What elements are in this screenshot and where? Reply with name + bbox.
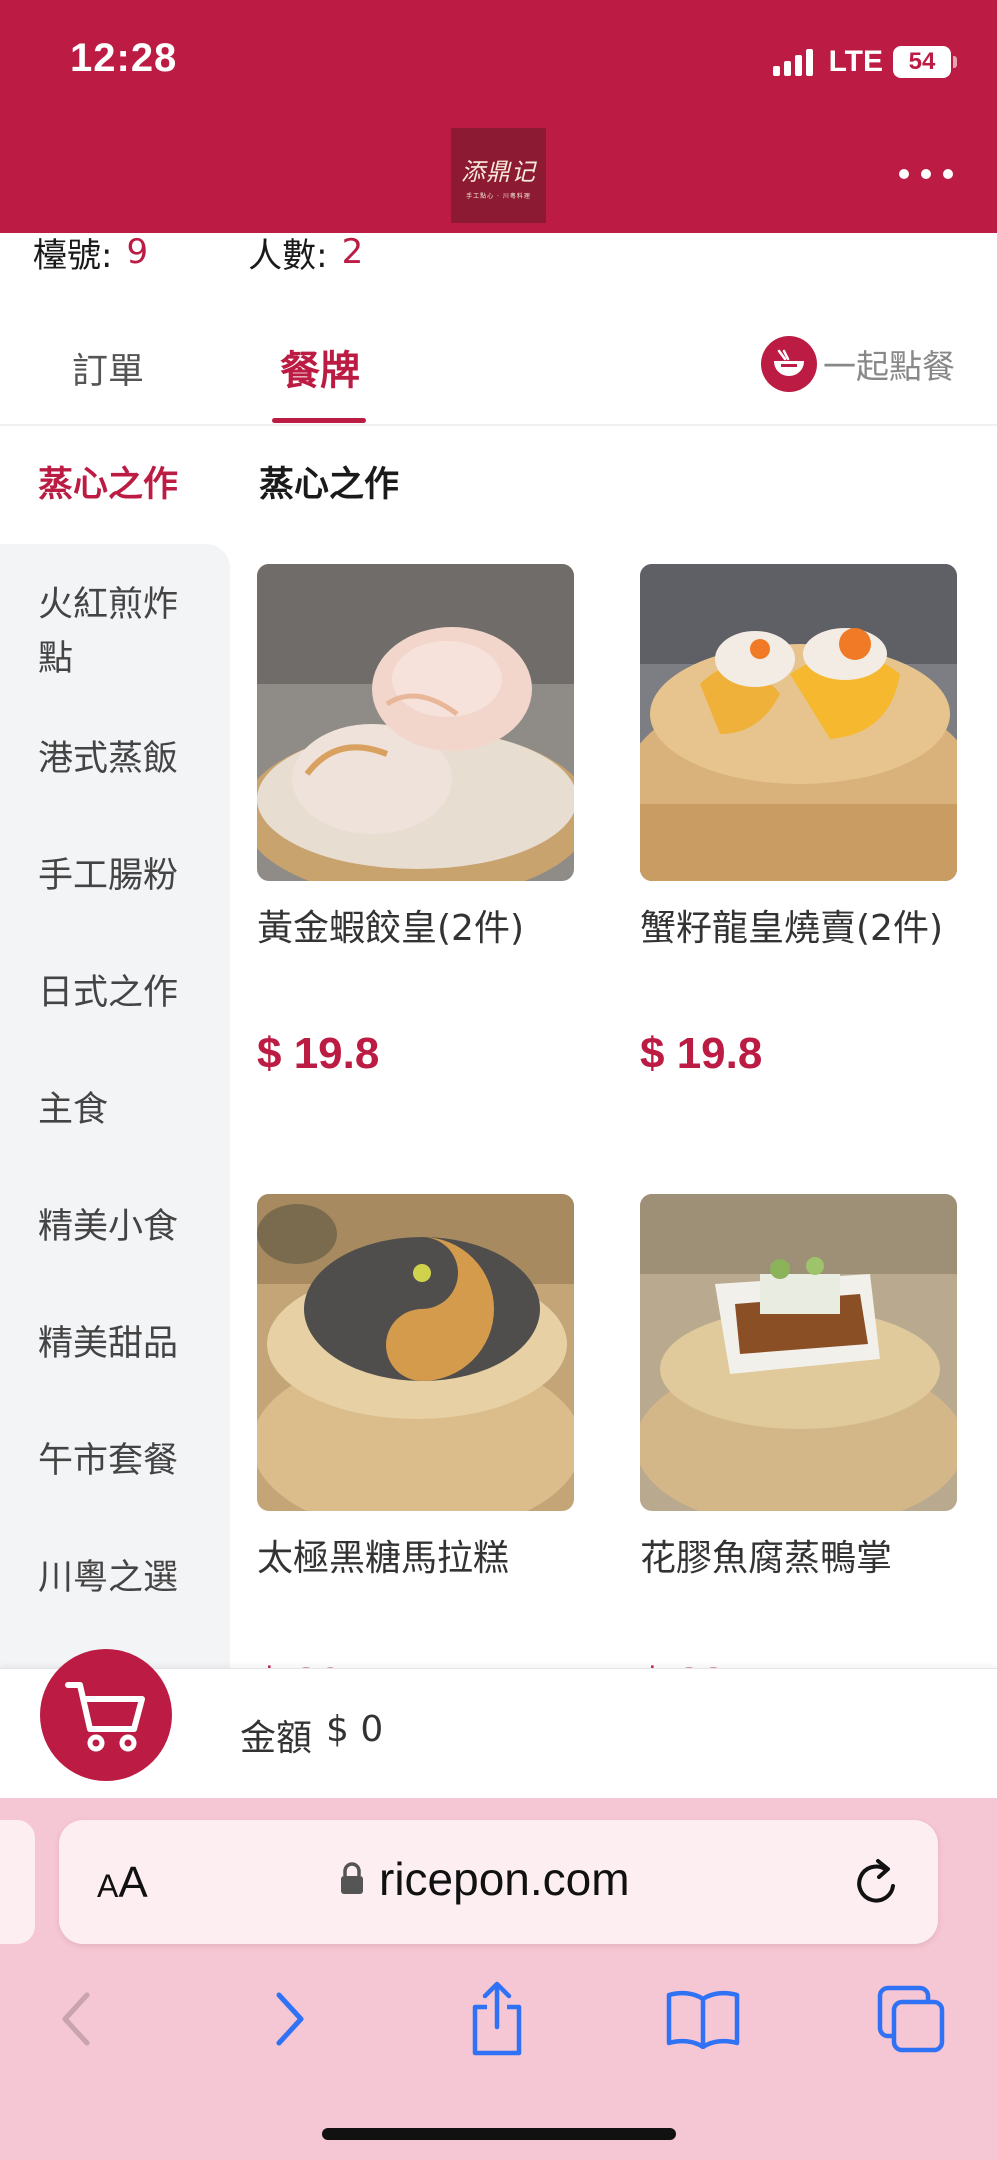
siu-mai-photo[interactable] [640,564,957,881]
category-item-japanese[interactable]: 日式之作 [38,966,208,1020]
chevron-right-icon [276,1992,304,2046]
logo-subtext: 手工點心 · 川粵料理 [466,192,531,200]
tab-menu[interactable]: 餐牌 [280,338,360,396]
url-display[interactable]: ricepon.com [339,1852,630,1906]
cart-amount-label: 金額 [240,1718,313,1759]
network-label: LTE [828,45,883,78]
previous-tab-edge[interactable] [0,1820,35,1944]
product-name: 黃金蝦餃皇(2件) [257,908,524,949]
reload-button[interactable] [852,1856,902,1912]
cart-amount-value: $ 0 [326,1709,384,1750]
cart-button[interactable] [40,1649,172,1781]
product-price: $ 28 [640,1659,957,1668]
chevron-left-icon [62,1992,90,2046]
logo-text: 添鼎记 [461,157,536,186]
address-bar[interactable]: AA ricepon.com [59,1820,938,1944]
status-indicators: LTE 54 [772,44,957,80]
order-together-label: 一起點餐 [823,347,955,386]
table-number-value: 9 [126,232,149,272]
category-item-rice[interactable]: 港式蒸飯 [38,732,208,786]
duck-feet-photo[interactable] [640,1194,957,1511]
product-name: 蟹籽龍皇燒賣(2件) [640,908,943,949]
status-time: 12:28 [70,36,178,80]
browser-nav [0,1974,997,2064]
table-info: 檯號: 9 人數: 2 [33,228,363,276]
tabs-icon [877,1985,945,2053]
table-number-label: 檯號: [33,235,113,276]
browser-toolbar: AA ricepon.com [0,1798,997,2160]
category-item-rice-rolls[interactable]: 手工腸粉 [38,849,208,903]
home-indicator[interactable] [322,2128,676,2140]
product-card[interactable]: 太極黑糖馬拉糕 $ 20 [257,1194,574,1668]
ellipsis-icon [899,169,909,179]
category-item-fried[interactable]: 火紅煎炸點 [38,578,208,686]
people-count-label: 人數: [248,235,328,276]
forward-button[interactable] [244,1974,334,2064]
text-size-button[interactable]: AA [97,1858,148,1908]
product-price: $ 20 [257,1659,574,1668]
bookmarks-button[interactable] [658,1974,748,2064]
product-name: 太極黑糖馬拉糕 [257,1538,510,1579]
product-card[interactable]: 黃金蝦餃皇(2件) $ 19.8 [257,564,574,1079]
category-item-lunch-sets[interactable]: 午市套餐 [38,1434,208,1488]
product-name: 花膠魚腐蒸鴨掌 [640,1538,893,1579]
tabs-button[interactable] [866,1974,956,2064]
people-count-value: 2 [341,232,364,272]
cart-icon [65,1682,145,1752]
share-button[interactable] [452,1974,542,2064]
product-card[interactable]: 蟹籽龍皇燒賣(2件) $ 19.8 [640,564,957,1079]
category-item-sichuan[interactable]: 川粵之選 [38,1551,208,1605]
cart-total: 金額 $ 0 [240,1709,383,1761]
restaurant-logo: 添鼎记 手工點心 · 川粵料理 [451,128,546,223]
category-item-desserts[interactable]: 精美甜品 [38,1317,208,1371]
tab-bar: 訂單 餐牌 一起點餐 [0,300,997,426]
reload-icon [857,1859,895,1903]
lock-icon [341,1862,363,1894]
ma-lai-go-photo[interactable] [257,1194,574,1511]
product-list: 蒸心之作 黃金蝦餃皇(2件) $ 19.8 蟹籽龍皇燒賣(2件) $ 19.8 … [230,426,997,1668]
order-together-button[interactable]: 一起點餐 [761,336,955,392]
har-gow-photo[interactable] [257,564,574,881]
section-title: 蒸心之作 [259,465,400,505]
battery-icon: 54 [893,46,957,78]
product-card[interactable]: 花膠魚腐蒸鴨掌 $ 28 [640,1194,957,1668]
back-button[interactable] [32,1974,122,2064]
signal-icon [772,48,813,76]
cart-bar: 金額 $ 0 [0,1649,997,1798]
category-item-snacks[interactable]: 精美小食 [38,1200,208,1254]
category-sidebar: 蒸心之作 火紅煎炸點 港式蒸飯 手工腸粉 日式之作 主食 精美小食 精美甜品 午… [0,426,230,1668]
tab-orders[interactable]: 訂單 [72,342,144,394]
app-screen: 12:28 LTE 54 添鼎记 手工點心 · 川粵料理 檯號: 9 人數: 2… [0,0,997,2160]
product-price: $ 19.8 [640,1029,763,1078]
category-item-steamed[interactable]: 蒸心之作 [38,458,208,512]
more-options-button[interactable] [899,160,953,188]
category-item-staples[interactable]: 主食 [38,1083,208,1137]
url-text: ricepon.com [379,1853,630,1905]
bowl-icon [761,336,817,392]
active-tab-indicator [272,418,366,423]
app-header: 12:28 LTE 54 添鼎记 手工點心 · 川粵料理 [0,0,997,233]
battery-level: 54 [893,46,951,78]
product-price: $ 19.8 [257,1029,380,1078]
book-icon [666,1990,740,2049]
share-icon [472,1981,522,2056]
